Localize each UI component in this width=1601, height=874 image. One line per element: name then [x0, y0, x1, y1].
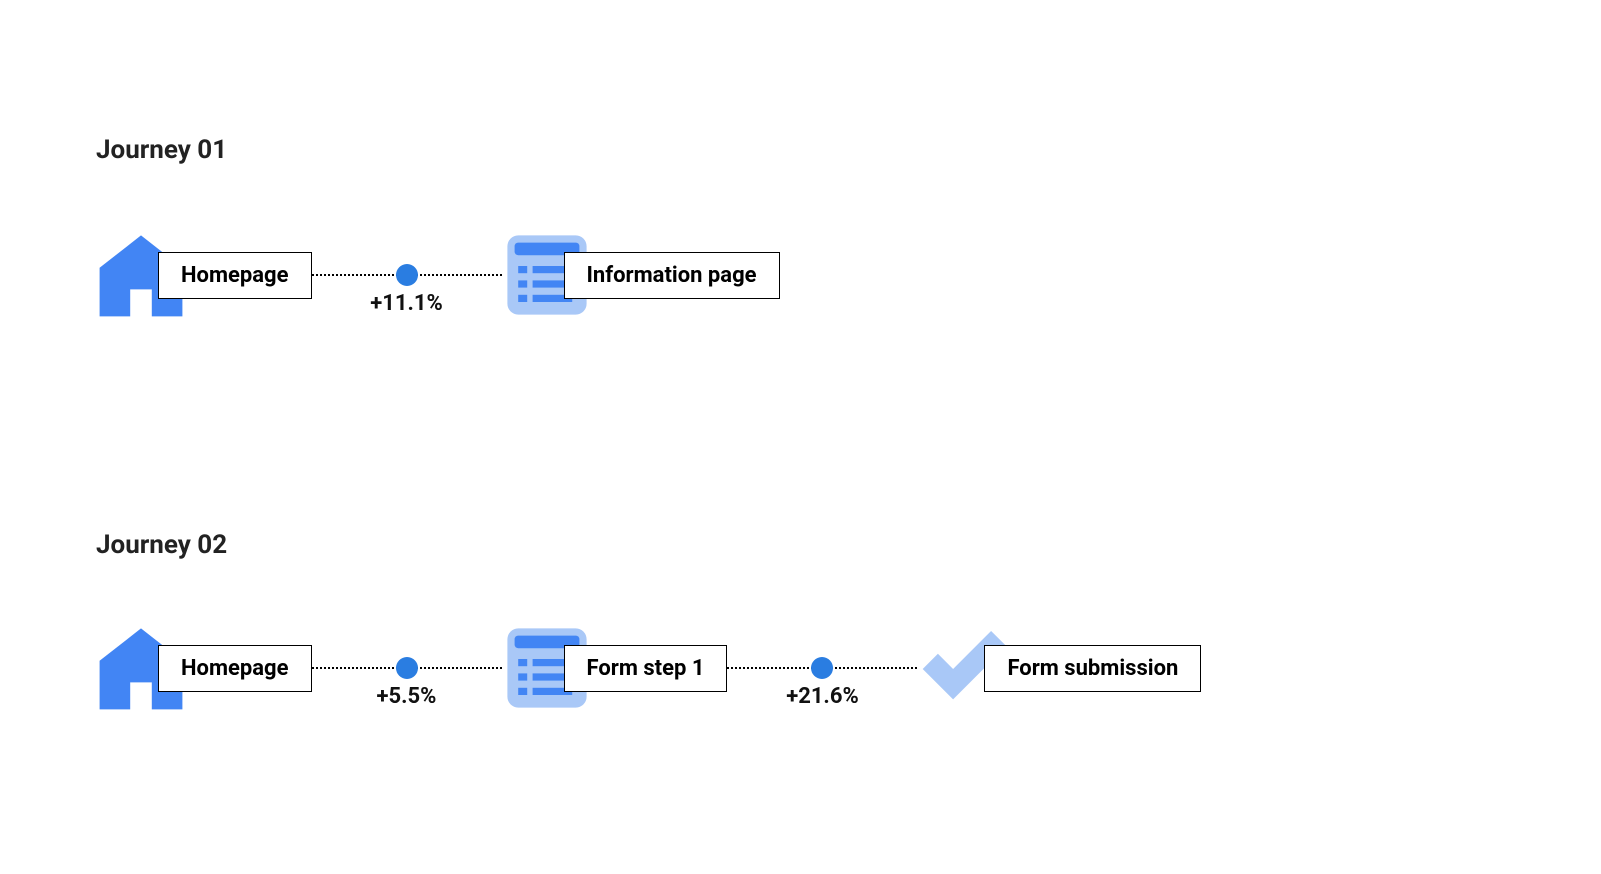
journey-2-step-1: Homepage — [96, 623, 312, 713]
connector-dot-icon — [396, 657, 418, 679]
connector-dot-icon — [811, 657, 833, 679]
journey-1-step-2: Information page — [502, 230, 780, 320]
connector-dot-icon — [396, 264, 418, 286]
journey-1-step-2-label: Information page — [564, 252, 780, 299]
journey-1-connector-1: +11.1% — [312, 225, 502, 325]
journey-2-step-3: Form submission — [917, 623, 1201, 713]
journey-2-step-1-label: Homepage — [158, 645, 312, 692]
journey-2-connector-1-metric: +5.5% — [377, 684, 437, 709]
journey-title-1: Journey 01 — [96, 135, 227, 165]
journey-1-connector-1-metric: +11.1% — [370, 291, 443, 316]
journey-2-connector-1: +5.5% — [312, 618, 502, 718]
journey-1-step-1: Homepage — [96, 230, 312, 320]
journey-1-step-1-label: Homepage — [158, 252, 312, 299]
journey-1-row: Homepage +11.1% Information page — [96, 225, 780, 325]
journey-2-step-2: Form step 1 — [502, 623, 728, 713]
journey-title-2: Journey 02 — [96, 530, 227, 560]
journey-2-step-2-label: Form step 1 — [564, 645, 728, 692]
journey-2-connector-2: +21.6% — [727, 618, 917, 718]
journey-2-connector-2-metric: +21.6% — [786, 684, 859, 709]
journey-2-step-3-label: Form submission — [984, 645, 1201, 692]
journey-2-row: Homepage +5.5% Form step 1 +21.6% — [96, 618, 1201, 718]
